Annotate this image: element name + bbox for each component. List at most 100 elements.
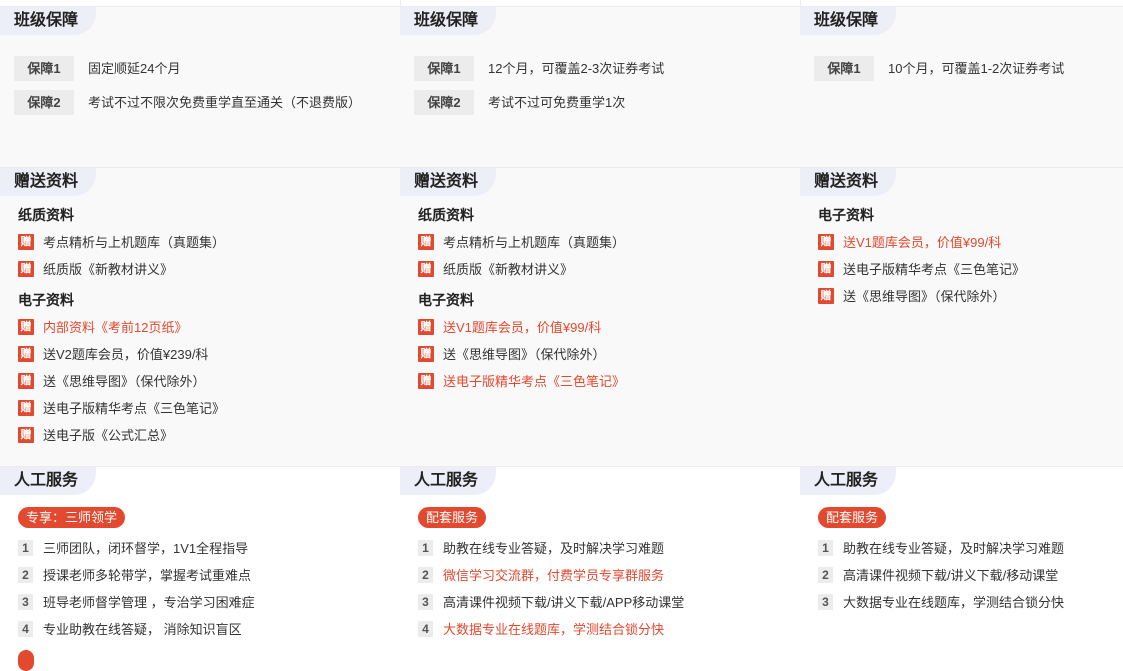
gift-item: 赠 送电子版精华考点《三色笔记》 bbox=[18, 398, 225, 417]
section-tab-guarantee: 班级保障 bbox=[0, 7, 97, 35]
service-text: 大数据专业在线题库，学测结合锁分快 bbox=[443, 622, 665, 637]
service-pill-partial bbox=[18, 650, 34, 671]
service-text: 助教在线专业答疑，及时解决学习难题 bbox=[443, 541, 665, 556]
section-tab-gifts: 赠送资料 bbox=[0, 168, 97, 196]
gift-badge-icon: 赠 bbox=[818, 287, 834, 304]
service-number: 2 bbox=[18, 566, 33, 583]
paper-materials-heading: 纸质资料 bbox=[18, 207, 74, 223]
service-pill: 配套服务 bbox=[418, 507, 487, 528]
service-item: 1 助教在线专业答疑，及时解决学习难题 bbox=[418, 538, 664, 557]
guarantee-tag: 保障2 bbox=[14, 90, 74, 115]
gift-badge-icon: 赠 bbox=[418, 233, 434, 250]
comparison-grid: 班级保障 保障1 固定顺延24个月 保障2 考试不过不限次免费重学直至通关（不退… bbox=[0, 0, 1123, 671]
section-tab-service: 人工服务 bbox=[800, 467, 897, 495]
guarantee-row: 保障1 12个月，可覆盖2-3次证券考试 bbox=[414, 56, 770, 82]
gift-text: 纸质版《新教材讲义》 bbox=[43, 262, 174, 277]
guarantee-text: 12个月，可覆盖2-3次证券考试 bbox=[488, 61, 665, 76]
digital-materials-heading: 电子资料 bbox=[818, 207, 874, 223]
service-number: 1 bbox=[418, 539, 433, 556]
service-item: 3 班导老师督学管理 ，专治学习困难症 bbox=[18, 592, 255, 611]
gift-text: 送电子版精华考点《三色笔记》 bbox=[43, 401, 226, 416]
gift-text: 送V1题库会员，价值¥99/科 bbox=[443, 320, 602, 335]
service-section: 人工服务 配套服务 1 助教在线专业答疑，及时解决学习难题 2 高清课件视频下载… bbox=[800, 466, 1123, 659]
gift-badge-icon: 赠 bbox=[418, 318, 434, 335]
gift-item: 赠 送《思维导图》（保代除外） bbox=[418, 344, 606, 363]
service-pill: 专享：三师领学 bbox=[18, 507, 126, 528]
gift-badge-icon: 赠 bbox=[418, 345, 434, 362]
guarantee-tag: 保障2 bbox=[414, 90, 474, 115]
guarantee-text: 考试不过可免费重学1次 bbox=[488, 95, 626, 110]
gift-text: 考点精析与上机题库（真题集） bbox=[43, 235, 226, 250]
section-tab-guarantee: 班级保障 bbox=[400, 7, 497, 35]
service-text: 高清课件视频下载/讲义下载/移动课堂 bbox=[843, 568, 1059, 583]
gift-badge-icon: 赠 bbox=[818, 233, 834, 250]
service-number: 2 bbox=[418, 566, 433, 583]
guarantee-tag: 保障1 bbox=[814, 56, 874, 81]
gift-text: 内部资料《考前12页纸》 bbox=[43, 320, 188, 335]
plan-column-2: 班级保障 保障1 12个月，可覆盖2-3次证券考试 保障2 考试不过可免费重学1… bbox=[400, 0, 801, 659]
guarantee-text: 10个月，可覆盖1-2次证券考试 bbox=[888, 61, 1065, 76]
gift-badge-icon: 赠 bbox=[418, 372, 434, 389]
gifts-section: 赠送资料 纸质资料 赠 考点精析与上机题库（真题集） 赠 纸质版《新教材讲义》 … bbox=[0, 167, 400, 467]
guarantee-row: 保障2 考试不过不限次免费重学直至通关（不退费版） bbox=[14, 90, 370, 116]
gift-text: 送《思维导图》（保代除外） bbox=[43, 374, 206, 389]
plan-column-3: 班级保障 保障1 10个月，可覆盖1-2次证券考试 赠送资料 电子资料 赠 送V… bbox=[800, 0, 1123, 659]
service-number: 4 bbox=[18, 620, 33, 637]
guarantee-text: 考试不过不限次免费重学直至通关（不退费版） bbox=[88, 95, 362, 110]
gift-item: 赠 考点精析与上机题库（真题集） bbox=[418, 232, 625, 251]
gift-text: 送V2题库会员，价值¥239/科 bbox=[43, 347, 209, 362]
service-number: 1 bbox=[818, 539, 833, 556]
gift-item: 赠 纸质版《新教材讲义》 bbox=[418, 259, 573, 278]
gift-item: 赠 送V2题库会员，价值¥239/科 bbox=[18, 344, 208, 363]
gift-badge-icon: 赠 bbox=[18, 372, 34, 389]
gift-badge-icon: 赠 bbox=[18, 426, 34, 443]
guarantee-text: 固定顺延24个月 bbox=[88, 61, 181, 76]
gift-badge-icon: 赠 bbox=[18, 233, 34, 250]
service-item: 1 助教在线专业答疑，及时解决学习难题 bbox=[818, 538, 1064, 557]
service-number: 1 bbox=[18, 539, 33, 556]
service-number: 4 bbox=[418, 620, 433, 637]
service-text: 微信学习交流群，付费学员专享群服务 bbox=[443, 568, 665, 583]
gift-item: 赠 送《思维导图》（保代除外） bbox=[818, 286, 1006, 305]
service-item: 2 高清课件视频下载/讲义下载/移动课堂 bbox=[818, 565, 1058, 584]
paper-materials-heading: 纸质资料 bbox=[418, 207, 474, 223]
guarantee-tag: 保障1 bbox=[414, 56, 474, 81]
gift-item: 赠 考点精析与上机题库（真题集） bbox=[18, 232, 225, 251]
service-text: 班导老师督学管理 ，专治学习困难症 bbox=[43, 595, 255, 610]
section-tab-service: 人工服务 bbox=[0, 467, 97, 495]
service-number: 3 bbox=[418, 593, 433, 610]
gifts-section: 赠送资料 电子资料 赠 送V1题库会员，价值¥99/科 赠 送电子版精华考点《三… bbox=[800, 167, 1123, 467]
guarantee-section: 班级保障 保障1 固定顺延24个月 保障2 考试不过不限次免费重学直至通关（不退… bbox=[0, 6, 400, 168]
section-tab-service: 人工服务 bbox=[400, 467, 497, 495]
gift-item: 赠 送电子版精华考点《三色笔记》 bbox=[818, 259, 1025, 278]
gift-item: 赠 纸质版《新教材讲义》 bbox=[18, 259, 173, 278]
gifts-section: 赠送资料 纸质资料 赠 考点精析与上机题库（真题集） 赠 纸质版《新教材讲义》 … bbox=[400, 167, 800, 467]
service-text: 大数据专业在线题库，学测结合锁分快 bbox=[843, 595, 1065, 610]
gift-badge-icon: 赠 bbox=[418, 260, 434, 277]
gift-badge-icon: 赠 bbox=[18, 260, 34, 277]
digital-materials-heading: 电子资料 bbox=[18, 292, 74, 308]
service-section: 人工服务 专享：三师领学 1 三师团队，闭环督学，1V1全程指导 2 授课老师多… bbox=[0, 466, 400, 671]
service-item-highlight: 4 大数据专业在线题库，学测结合锁分快 bbox=[418, 619, 664, 638]
guarantee-row: 保障1 10个月，可覆盖1-2次证券考试 bbox=[814, 56, 1093, 82]
service-item: 4 专业助教在线答疑， 消除知识盲区 bbox=[18, 619, 242, 638]
section-tab-gifts: 赠送资料 bbox=[800, 168, 897, 196]
gift-badge-icon: 赠 bbox=[818, 260, 834, 277]
gift-badge-icon: 赠 bbox=[18, 345, 34, 362]
section-tab-guarantee: 班级保障 bbox=[800, 7, 897, 35]
gift-text: 送《思维导图》（保代除外） bbox=[443, 347, 606, 362]
gift-text: 送电子版精华考点《三色笔记》 bbox=[843, 262, 1026, 277]
service-item-highlight: 2 微信学习交流群，付费学员专享群服务 bbox=[418, 565, 664, 584]
service-number: 2 bbox=[818, 566, 833, 583]
gift-item-highlight: 赠 内部资料《考前12页纸》 bbox=[18, 317, 187, 336]
gift-text: 纸质版《新教材讲义》 bbox=[443, 262, 574, 277]
plan-column-1: 班级保障 保障1 固定顺延24个月 保障2 考试不过不限次免费重学直至通关（不退… bbox=[0, 0, 401, 671]
service-number: 3 bbox=[818, 593, 833, 610]
gift-item: 赠 送电子版《公式汇总》 bbox=[18, 425, 173, 444]
service-text: 授课老师多轮带学，掌握考试重难点 bbox=[43, 568, 252, 583]
service-number: 3 bbox=[18, 593, 33, 610]
service-item: 2 授课老师多轮带学，掌握考试重难点 bbox=[18, 565, 251, 584]
guarantee-tag: 保障1 bbox=[14, 56, 74, 81]
gift-text: 送《思维导图》（保代除外） bbox=[843, 289, 1006, 304]
service-section: 人工服务 配套服务 1 助教在线专业答疑，及时解决学习难题 2 微信学习交流群，… bbox=[400, 466, 800, 659]
